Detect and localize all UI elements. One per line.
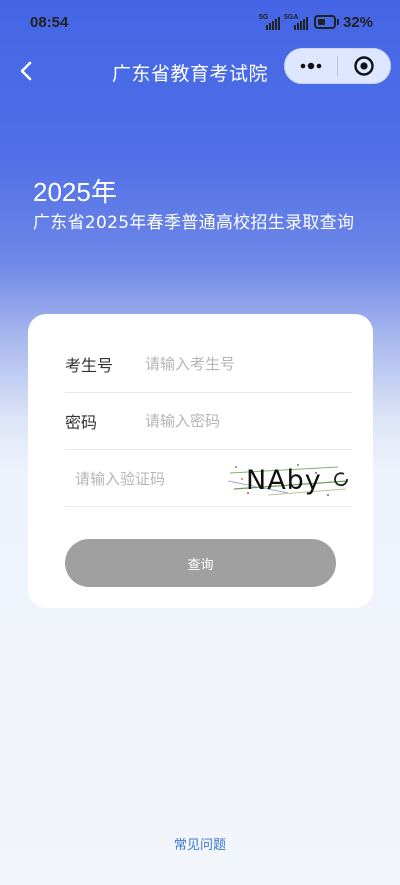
captcha-text: NAby bbox=[246, 465, 322, 496]
more-button[interactable] bbox=[285, 49, 337, 83]
query-button[interactable]: 查询 bbox=[65, 539, 336, 587]
back-button[interactable] bbox=[14, 58, 38, 84]
signal-icon-2: 5GA bbox=[284, 14, 310, 30]
battery-tip bbox=[337, 19, 339, 25]
page-title: 广东省教育考试院 bbox=[112, 63, 269, 85]
password-label: 密码 bbox=[65, 413, 98, 432]
status-bar: 08:54 5G 5GA 32% bbox=[0, 0, 400, 50]
close-mini-program-button[interactable] bbox=[338, 49, 390, 83]
password-input[interactable] bbox=[145, 412, 325, 430]
battery-percent: 32% bbox=[343, 14, 374, 31]
candidate-number-input[interactable] bbox=[145, 355, 325, 373]
target-circle-icon bbox=[354, 56, 374, 76]
candidate-number-label: 考生号 bbox=[65, 356, 114, 375]
captcha-row: NAby bbox=[65, 450, 352, 507]
more-dots-icon bbox=[300, 62, 322, 70]
battery-icon bbox=[314, 15, 336, 29]
header-year: 2025年 bbox=[33, 177, 117, 207]
candidate-number-row: 考生号 bbox=[65, 336, 352, 393]
chevron-left-icon bbox=[20, 61, 32, 81]
faq-link[interactable]: 常见问题 bbox=[0, 834, 400, 853]
password-row: 密码 bbox=[65, 393, 352, 450]
signal-icon-1: 5G bbox=[259, 14, 281, 30]
status-time: 08:54 bbox=[30, 14, 69, 31]
captcha-input[interactable] bbox=[65, 459, 245, 498]
header-subtitle: 广东省2025年春季普通高校招生录取查询 bbox=[33, 213, 355, 233]
login-form-card: 考生号 密码 NAby 查询 bbox=[28, 314, 373, 608]
captcha-image[interactable]: NAby bbox=[228, 459, 352, 499]
mini-program-capsule bbox=[284, 48, 391, 84]
